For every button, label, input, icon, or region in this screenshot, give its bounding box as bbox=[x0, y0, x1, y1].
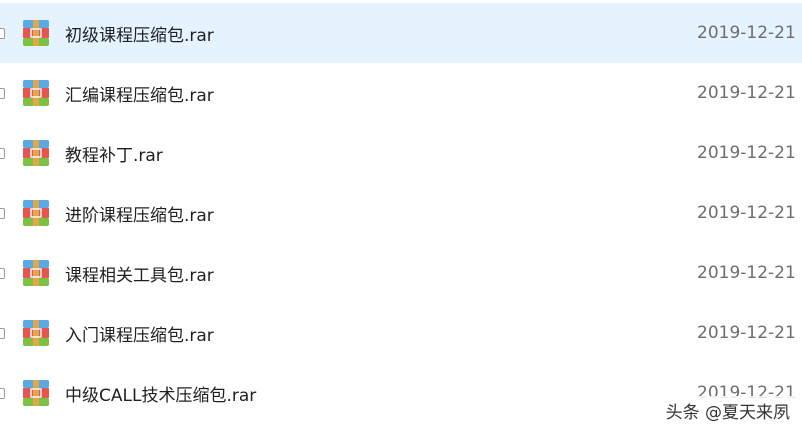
file-name[interactable]: 入门课程压缩包.rar bbox=[65, 321, 214, 346]
file-list: 初级课程压缩包.rar 2019-12-21 汇编课程压缩包.rar 2019-… bbox=[0, 0, 802, 433]
file-row[interactable]: 汇编课程压缩包.rar 2019-12-21 bbox=[0, 63, 802, 123]
watermark-text: 头条 @夏天来夙 bbox=[665, 403, 790, 423]
rar-archive-icon bbox=[23, 140, 49, 166]
rar-archive-icon bbox=[23, 380, 49, 406]
file-date: 2019-12-21 bbox=[697, 263, 796, 283]
file-name[interactable]: 中级CALL技术压缩包.rar bbox=[65, 381, 256, 406]
file-row[interactable]: 进阶课程压缩包.rar 2019-12-21 bbox=[0, 183, 802, 243]
rar-archive-icon bbox=[23, 80, 49, 106]
file-name[interactable]: 初级课程压缩包.rar bbox=[65, 21, 214, 46]
row-checkbox[interactable] bbox=[0, 147, 5, 159]
watermark: 头条 @夏天来夙 bbox=[661, 396, 794, 425]
row-checkbox[interactable] bbox=[0, 327, 5, 339]
rar-archive-icon bbox=[23, 320, 49, 346]
row-checkbox[interactable] bbox=[0, 87, 5, 99]
file-date: 2019-12-21 bbox=[697, 323, 796, 343]
rar-archive-icon bbox=[23, 200, 49, 226]
file-row[interactable]: 教程补丁.rar 2019-12-21 bbox=[0, 123, 802, 183]
file-row[interactable]: 课程相关工具包.rar 2019-12-21 bbox=[0, 243, 802, 303]
file-date: 2019-12-21 bbox=[697, 203, 796, 223]
row-checkbox[interactable] bbox=[0, 207, 5, 219]
file-row[interactable]: 初级课程压缩包.rar 2019-12-21 bbox=[0, 3, 802, 63]
row-checkbox[interactable] bbox=[0, 267, 5, 279]
rar-archive-icon bbox=[23, 20, 49, 46]
file-name[interactable]: 课程相关工具包.rar bbox=[65, 261, 214, 286]
file-date: 2019-12-21 bbox=[697, 23, 796, 43]
file-row[interactable]: 入门课程压缩包.rar 2019-12-21 bbox=[0, 303, 802, 363]
file-name[interactable]: 进阶课程压缩包.rar bbox=[65, 201, 214, 226]
file-name[interactable]: 汇编课程压缩包.rar bbox=[65, 81, 214, 106]
row-checkbox[interactable] bbox=[0, 27, 5, 39]
file-name[interactable]: 教程补丁.rar bbox=[65, 141, 163, 166]
row-checkbox[interactable] bbox=[0, 387, 5, 399]
rar-archive-icon bbox=[23, 260, 49, 286]
file-date: 2019-12-21 bbox=[697, 83, 796, 103]
file-date: 2019-12-21 bbox=[697, 143, 796, 163]
